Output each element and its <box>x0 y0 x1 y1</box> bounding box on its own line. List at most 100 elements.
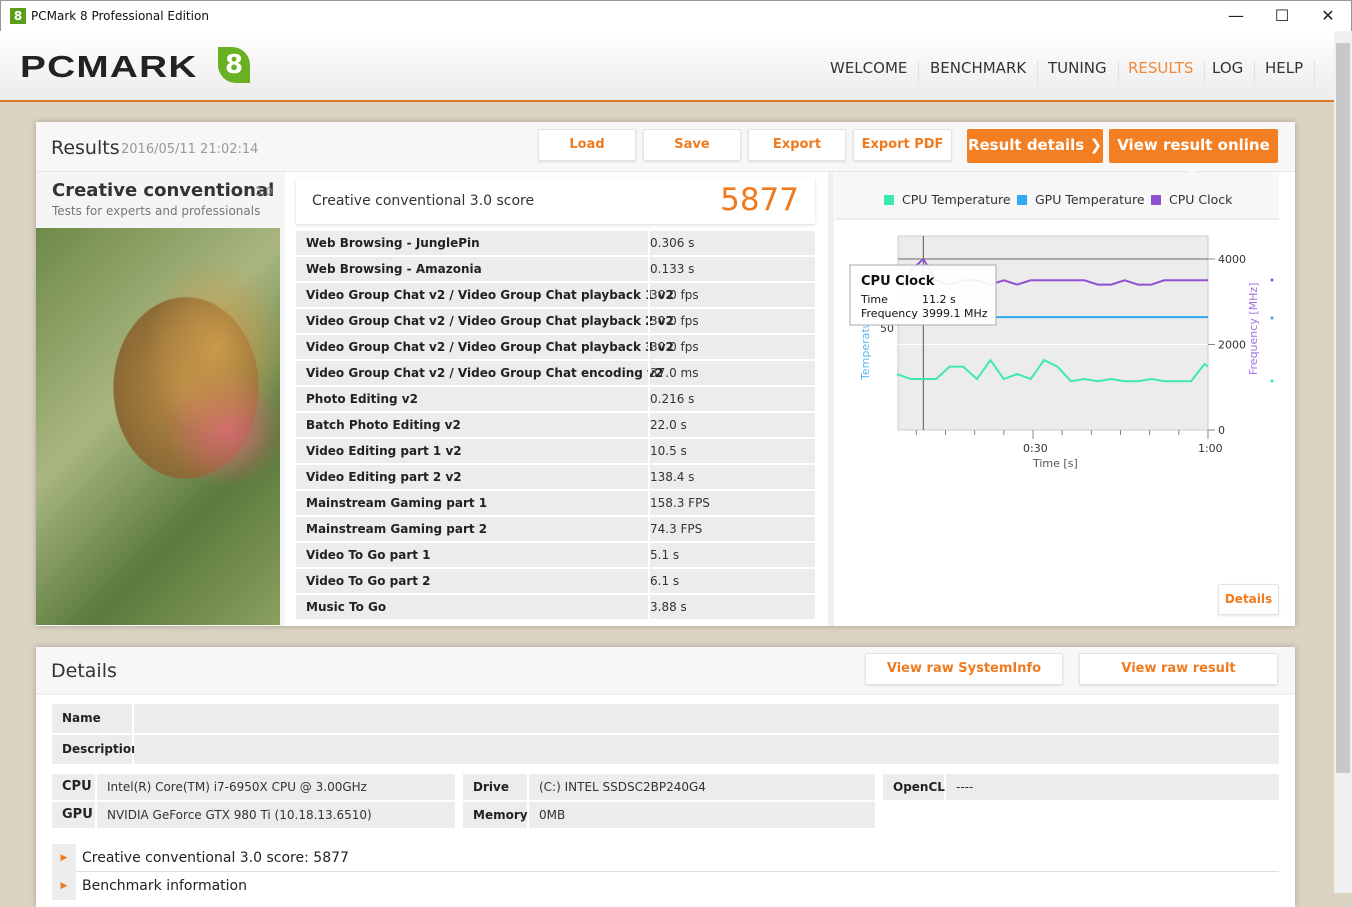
score-value: 5877 <box>720 182 799 218</box>
y-right-tick-label: 2000 <box>1218 339 1246 352</box>
test-value: 138.4 s <box>650 470 695 484</box>
test-name: Video Editing part 2 v2 <box>306 470 462 484</box>
test-result-row: Video Group Chat v2 / Video Group Chat p… <box>296 335 815 359</box>
test-result-row: Video Group Chat v2 / Video Group Chat p… <box>296 283 815 307</box>
chart-details-button[interactable]: Details <box>1218 584 1279 615</box>
description-label: Description <box>52 735 140 764</box>
test-name: Video To Go part 2 <box>306 574 431 588</box>
close-button[interactable]: ✕ <box>1305 5 1351 27</box>
tooltip-time: 11.2 s <box>922 293 956 306</box>
nav-welcome[interactable]: WELCOME <box>819 60 920 86</box>
test-value: 0.306 s <box>650 236 695 250</box>
cpu-label: CPU <box>52 774 95 800</box>
view-raw-systeminfo-button[interactable]: View raw SystemInfo <box>865 653 1063 685</box>
pcmark-8-leaf-logo: 8 <box>218 47 250 83</box>
test-value: 10.5 s <box>650 444 687 458</box>
test-result-row: Batch Photo Editing v2 22.0 s <box>296 413 815 437</box>
test-result-row: Video Editing part 1 v2 10.5 s <box>296 439 815 463</box>
section-score[interactable]: ▶ Creative conventional 3.0 score: 5877 <box>52 844 1279 872</box>
test-value: 0.216 s <box>650 392 695 406</box>
nav-log[interactable]: LOG <box>1201 60 1256 86</box>
maximize-button[interactable]: ☐ <box>1259 5 1305 27</box>
section-label: Benchmark information <box>82 878 247 894</box>
name-label: Name <box>52 704 132 733</box>
nav-benchmark[interactable]: BENCHMARK <box>919 60 1039 86</box>
benchmark-version: 3.0 <box>255 185 273 198</box>
test-name: Video Group Chat v2 / Video Group Chat p… <box>306 288 674 302</box>
test-value: 22.0 s <box>650 418 687 432</box>
description-value <box>134 735 1279 764</box>
test-name: Photo Editing v2 <box>306 392 418 406</box>
test-value: 30.0 fps <box>650 314 699 328</box>
test-name: Video Group Chat v2 / Video Group Chat p… <box>306 340 674 354</box>
scrollbar-thumb[interactable] <box>1336 43 1350 773</box>
benchmark-name: Creative conventional <box>52 180 275 201</box>
test-result-row: Video To Go part 1 5.1 s <box>296 543 815 567</box>
tooltip: CPU Clock Time 11.2 s Frequency 3999.1 M… <box>849 264 997 326</box>
gpu-label: GPU <box>52 802 95 828</box>
test-name: Music To Go <box>306 600 387 614</box>
nav-help[interactable]: HELP <box>1254 60 1316 86</box>
view-result-online-button[interactable]: View result online ❯ <box>1109 129 1278 186</box>
test-result-row: Video To Go part 2 6.1 s <box>296 569 815 593</box>
y-right-tick-label: 0 <box>1218 424 1225 437</box>
test-value: 30.0 fps <box>650 340 699 354</box>
section-label: Creative conventional 3.0 score: 5877 <box>82 850 349 866</box>
y-right-label: Frequency [MHz] <box>1247 283 1260 375</box>
test-result-row: Web Browsing - Amazonia 0.133 s <box>296 257 815 281</box>
monitoring-chart[interactable]: 0:30 1:00020004000 Temperature Frequency … <box>835 180 1295 480</box>
test-value: 3.88 s <box>650 600 687 614</box>
section-benchmark-information[interactable]: ▶ Benchmark information <box>52 872 1279 900</box>
memory-value: 0MB <box>529 802 875 828</box>
test-result-row: Video Group Chat v2 / Video Group Chat e… <box>296 361 815 385</box>
load-button[interactable]: Load <box>538 129 636 161</box>
test-name: Web Browsing - Amazonia <box>306 262 482 276</box>
drive-value: (C:) INTEL SSDSC2BP240G4 <box>529 774 875 800</box>
opencl-value: ---- <box>946 774 1279 800</box>
cpu-value: Intel(R) Core(TM) i7-6950X CPU @ 3.00GHz <box>97 774 455 800</box>
export-button[interactable]: Export <box>748 129 846 161</box>
nav-results[interactable]: RESULTS <box>1117 60 1206 86</box>
y-right-tick-label: 4000 <box>1218 253 1246 266</box>
result-details-button[interactable]: Result details ❯ <box>967 129 1103 163</box>
test-result-row: Mainstream Gaming part 2 74.3 FPS <box>296 517 815 541</box>
expand-arrow-icon: ▶ <box>52 872 76 900</box>
test-name: Video To Go part 1 <box>306 548 431 562</box>
view-raw-result-button[interactable]: View raw result <box>1079 653 1278 685</box>
export-pdf-button[interactable]: Export PDF <box>853 129 952 161</box>
app-header: PCMARK 8 WELCOME BENCHMARK TUNING RESULT… <box>0 31 1334 102</box>
test-result-row: Music To Go 3.88 s <box>296 595 815 619</box>
x-tick-label: 0:30 <box>1023 442 1048 455</box>
pcmark-logo: PCMARK <box>20 49 198 84</box>
test-value: 74.3 FPS <box>650 522 703 536</box>
details-title: Details <box>51 660 117 682</box>
score-label: Creative conventional 3.0 score <box>312 193 535 209</box>
name-value <box>134 704 1279 733</box>
nav-tuning[interactable]: TUNING <box>1037 60 1119 86</box>
test-value: 158.3 FPS <box>650 496 710 510</box>
divider <box>828 172 834 626</box>
save-button[interactable]: Save <box>643 129 741 161</box>
results-timestamp: 2016/05/11 21:02:14 <box>121 142 259 157</box>
test-name: Mainstream Gaming part 2 <box>306 522 488 536</box>
test-name: Video Group Chat v2 / Video Group Chat e… <box>306 366 664 380</box>
tooltip-title: CPU Clock <box>861 274 935 289</box>
tooltip-time-label: Time <box>860 293 888 306</box>
minimize-button[interactable]: — <box>1213 5 1259 27</box>
expand-arrow-icon: ▶ <box>52 844 76 872</box>
test-name: Video Editing part 1 v2 <box>306 444 462 458</box>
score-box: Creative conventional 3.0 score 5877 <box>296 178 815 224</box>
test-name: Mainstream Gaming part 1 <box>306 496 488 510</box>
test-value: 30.0 fps <box>650 288 699 302</box>
test-value: 37.0 ms <box>650 366 699 380</box>
test-value: 6.1 s <box>650 574 680 588</box>
test-value: 0.133 s <box>650 262 695 276</box>
memory-label: Memory <box>463 802 528 828</box>
gpu-value: NVIDIA GeForce GTX 980 Ti (10.18.13.6510… <box>97 802 455 828</box>
drive-label: Drive <box>463 774 527 800</box>
scrollbar[interactable] <box>1334 31 1352 893</box>
tooltip-frequency: 3999.1 MHz <box>922 307 988 320</box>
opencl-label: OpenCL <box>883 774 945 800</box>
test-name: Web Browsing - JunglePin <box>306 236 480 250</box>
test-result-row: Web Browsing - JunglePin 0.306 s <box>296 231 815 255</box>
